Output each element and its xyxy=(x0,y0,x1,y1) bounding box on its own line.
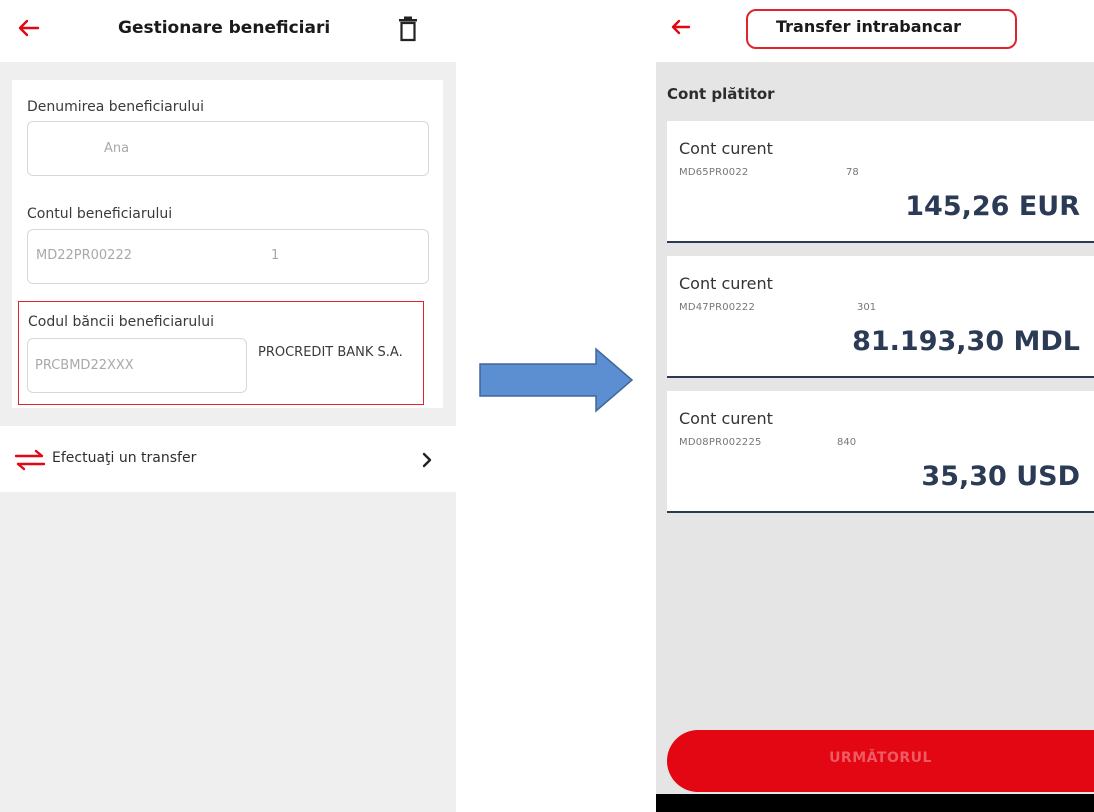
next-button-label: URMĂTORUL xyxy=(829,750,932,766)
bank-code-value: PRCBMD22XXX xyxy=(35,358,134,373)
account-iban: MD47PR00222 xyxy=(679,302,756,313)
page-title: Transfer intrabancar xyxy=(776,17,962,36)
beneficiary-name-value: Ana xyxy=(104,141,130,156)
account-iban: MD08PR002225 xyxy=(679,437,762,448)
account-value: MD22PR00222 xyxy=(36,248,132,263)
navigation-bar xyxy=(656,794,1094,812)
transfer-arrows-icon xyxy=(14,449,46,471)
chevron-right-icon[interactable] xyxy=(420,450,434,470)
next-button[interactable]: URMĂTORUL xyxy=(667,730,1094,792)
trash-icon[interactable] xyxy=(396,16,420,42)
account-name: Cont curent xyxy=(679,139,773,158)
bank-code-label: Codul băncii beneficiarului xyxy=(28,314,214,330)
arrow-left-icon[interactable] xyxy=(14,14,42,42)
screen-comparison: Gestionare beneficiari Denumirea benefic… xyxy=(0,0,1094,812)
left-empty-area xyxy=(0,492,456,812)
account-balance: 145,26 EUR xyxy=(905,191,1080,222)
section-title: Cont plătitor xyxy=(667,85,775,103)
bank-name: PROCREDIT BANK S.A. xyxy=(258,345,403,360)
beneficiary-name-field[interactable]: Ana xyxy=(27,121,429,176)
account-iban: MD65PR0022 xyxy=(679,167,749,178)
name-label: Denumirea beneficiarului xyxy=(27,99,205,115)
account-iban-suffix: 840 xyxy=(837,437,857,448)
account-iban-suffix: 78 xyxy=(846,167,859,178)
account-name: Cont curent xyxy=(679,274,773,293)
account-label: Contul beneficiarului xyxy=(27,206,173,222)
beneficiary-account-field[interactable]: MD22PR00222 1 xyxy=(27,229,429,284)
account-balance: 81.193,30 MDL xyxy=(852,326,1080,357)
account-card[interactable]: Cont curent MD65PR0022 78 145,26 EUR xyxy=(667,121,1094,243)
account-value-suffix: 1 xyxy=(271,248,280,263)
page-title: Gestionare beneficiari xyxy=(118,18,331,38)
account-card[interactable]: Cont curent MD08PR002225 840 35,30 USD xyxy=(667,391,1094,513)
account-name: Cont curent xyxy=(679,409,773,428)
transition-arrow-icon xyxy=(479,347,634,413)
bank-code-field[interactable]: PRCBMD22XXX xyxy=(27,338,247,393)
make-transfer-label[interactable]: Efectuaţi un transfer xyxy=(52,450,196,466)
account-balance: 35,30 USD xyxy=(921,461,1080,492)
account-iban-suffix: 301 xyxy=(857,302,877,313)
arrow-left-icon[interactable] xyxy=(668,14,692,40)
account-card[interactable]: Cont curent MD47PR00222 301 81.193,30 MD… xyxy=(667,256,1094,378)
